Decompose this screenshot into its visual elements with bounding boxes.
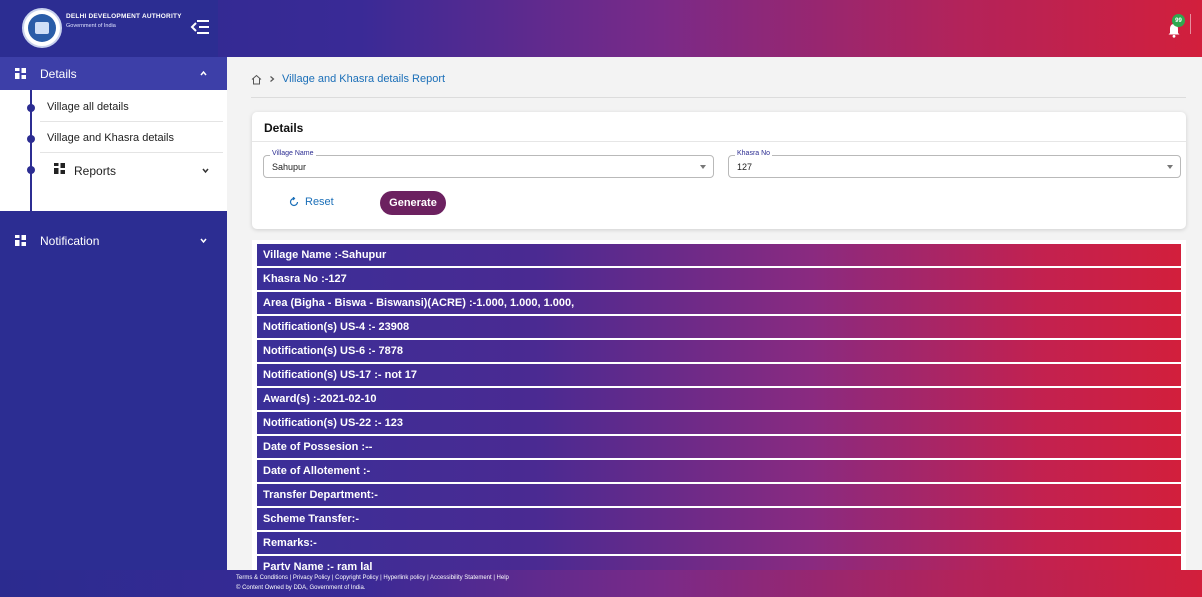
sidebar: Details Village all details Village and …: [0, 57, 227, 570]
refresh-icon: [289, 197, 299, 207]
khasra-no-value: 127: [737, 162, 753, 172]
submenu-item-village-khasra-details[interactable]: Village and Khasra details: [0, 123, 227, 153]
report-row-text: Village Name :-Sahupur: [263, 249, 387, 261]
report-row: Party Name :- ram lal: [257, 556, 1181, 570]
khasra-no-label: Khasra No: [735, 150, 773, 157]
sidebar-item-details[interactable]: Details: [0, 57, 227, 91]
report-row: Date of Allotement :-: [257, 460, 1181, 482]
submenu-label: Village all details: [47, 101, 129, 113]
report-row: Award(s) :-2021-02-10: [257, 388, 1181, 410]
dda-logo: [22, 8, 62, 48]
report-row: Transfer Department:-: [257, 484, 1181, 506]
brand-area: DELHI DEVELOPMENT AUTHORITY Government o…: [0, 0, 218, 57]
bullet-dot: [27, 104, 35, 112]
breadcrumb: Village and Khasra details Report: [251, 73, 445, 85]
report-row-text: Scheme Transfer:-: [263, 513, 359, 525]
report-row-text: Transfer Department:-: [263, 489, 378, 501]
menu-collapse-icon[interactable]: [190, 18, 210, 36]
sidebar-item-notification[interactable]: Notification: [0, 224, 227, 258]
bullet-dot: [27, 166, 35, 174]
report-row-text: Notification(s) US-17 :- not 17: [263, 369, 418, 381]
chevron-down-icon: [200, 238, 207, 244]
village-name-label: Village Name: [270, 150, 316, 157]
footer-links[interactable]: Terms & Conditions | Privacy Policy | Co…: [236, 575, 509, 581]
report-row: Khasra No :-127: [257, 268, 1181, 290]
submenu-label: Village and Khasra details: [47, 132, 174, 144]
submenu-item-village-all-details[interactable]: Village all details: [0, 92, 227, 122]
dropdown-caret-icon: [1167, 165, 1173, 169]
chevron-down-icon: [202, 168, 209, 174]
report-panel: Village Name :-Sahupur Khasra No :-127 A…: [252, 240, 1186, 570]
details-filter-card: Details Village Name Sahupur Khasra No 1…: [252, 112, 1186, 229]
generate-button[interactable]: Generate: [380, 191, 446, 215]
khasra-no-select[interactable]: Khasra No 127: [728, 150, 1181, 178]
notification-count-badge: 99: [1172, 14, 1185, 27]
reset-button[interactable]: Reset: [289, 196, 334, 208]
grid-icon: [54, 163, 65, 174]
report-row-text: Date of Possesion :--: [263, 441, 373, 453]
breadcrumb-divider: [251, 97, 1186, 98]
grid-icon: [15, 68, 26, 79]
header-divider: [1190, 14, 1191, 34]
report-row: Scheme Transfer:-: [257, 508, 1181, 530]
grid-icon: [15, 235, 26, 246]
card-header: Details: [252, 112, 1186, 142]
report-row-text: Area (Bigha - Biswa - Biswansi)(ACRE) :-…: [263, 297, 575, 309]
report-row-text: Notification(s) US-6 :- 7878: [263, 345, 403, 357]
bullet-dot: [27, 135, 35, 143]
breadcrumb-current[interactable]: Village and Khasra details Report: [282, 73, 445, 85]
chevron-right-icon: [270, 76, 275, 82]
org-title: DELHI DEVELOPMENT AUTHORITY: [66, 13, 182, 20]
report-row-text: Notification(s) US-22 :- 123: [263, 417, 403, 429]
report-row: Village Name :-Sahupur: [257, 244, 1181, 266]
footer: Terms & Conditions | Privacy Policy | Co…: [0, 570, 1202, 597]
chevron-up-icon: [200, 70, 207, 76]
report-row: Notification(s) US-4 :- 23908: [257, 316, 1181, 338]
grid-icon: [15, 199, 26, 210]
divider: [40, 152, 223, 153]
sidebar-item-label: Details: [40, 67, 77, 81]
report-row-text: Date of Allotement :-: [263, 465, 371, 477]
report-row-text: Award(s) :-2021-02-10: [263, 393, 377, 405]
village-name-value: Sahupur: [272, 162, 307, 172]
top-header: DELHI DEVELOPMENT AUTHORITY Government o…: [0, 0, 1202, 57]
report-row-text: Remarks:-: [263, 537, 317, 549]
report-row: Remarks:-: [257, 532, 1181, 554]
home-icon[interactable]: [251, 74, 262, 85]
report-row-text: Party Name :- ram lal: [263, 561, 373, 570]
village-name-select[interactable]: Village Name Sahupur: [263, 150, 714, 178]
report-row: Date of Possesion :--: [257, 436, 1181, 458]
submenu-label: Reports: [74, 164, 117, 178]
card-title: Details: [264, 121, 304, 135]
report-row: Notification(s) US-6 :- 7878: [257, 340, 1181, 362]
report-row-text: Khasra No :-127: [263, 273, 347, 285]
org-subtitle: Government of India: [66, 23, 116, 29]
report-row: Area (Bigha - Biswa - Biswansi)(ACRE) :-…: [257, 292, 1181, 314]
report-row: Notification(s) US-17 :- not 17: [257, 364, 1181, 386]
sidebar-item-awards[interactable]: Awards: [0, 188, 227, 222]
sidebar-item-label: Awards: [40, 198, 80, 212]
chevron-down-icon: [200, 202, 207, 208]
footer-copyright: © Content Owned by DDA, Government of In…: [236, 585, 366, 591]
sidebar-item-label: Notification: [40, 234, 100, 248]
dropdown-caret-icon: [700, 165, 706, 169]
divider: [40, 121, 223, 122]
report-row-text: Notification(s) US-4 :- 23908: [263, 321, 410, 333]
reset-label: Reset: [305, 196, 334, 208]
submenu-item-reports[interactable]: Reports: [0, 154, 227, 184]
report-row: Notification(s) US-22 :- 123: [257, 412, 1181, 434]
